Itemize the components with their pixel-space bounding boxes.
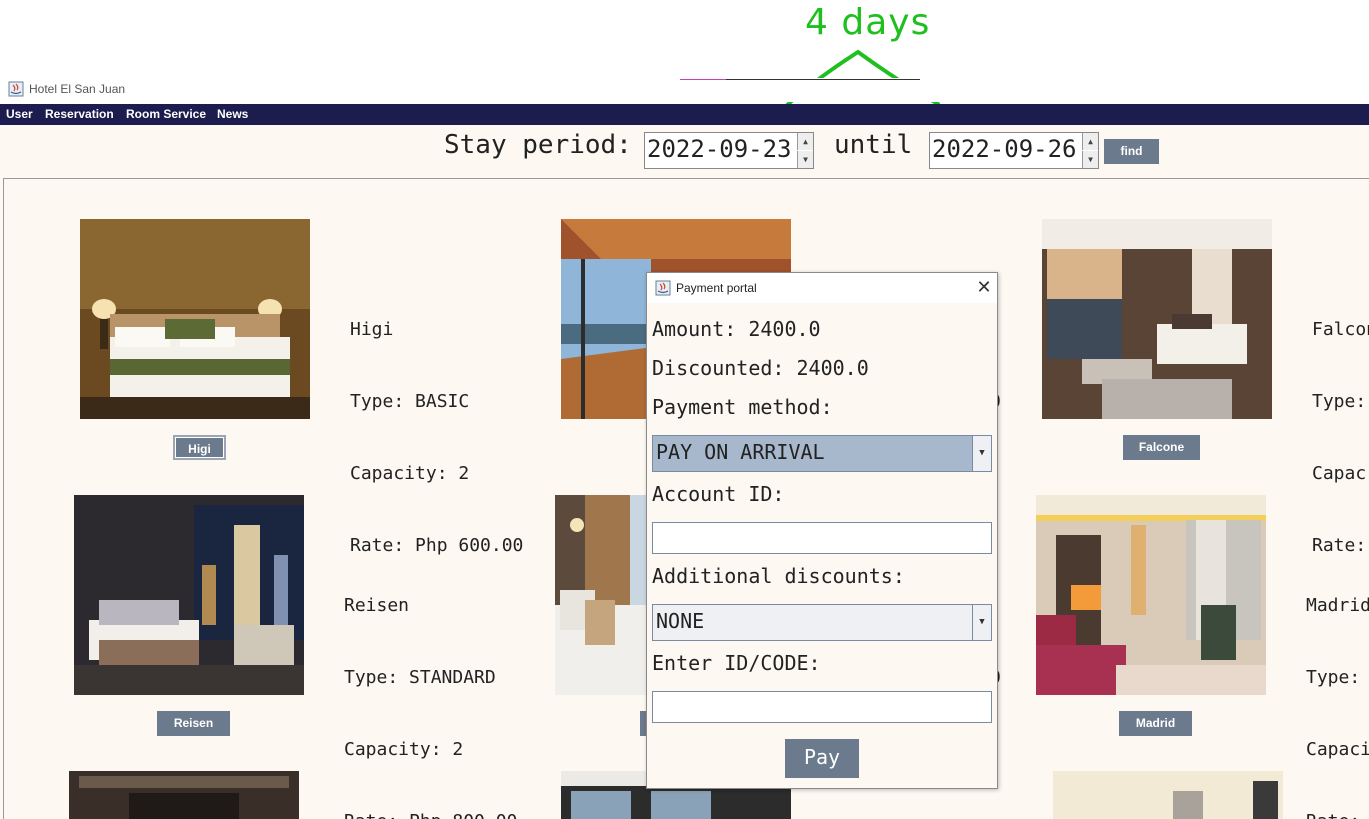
spin-down-icon[interactable]: ▼ — [1082, 151, 1098, 168]
annotation-arrow — [778, 49, 940, 114]
chevron-down-icon[interactable]: ▼ — [972, 605, 991, 640]
enter-code-input[interactable] — [652, 691, 992, 723]
room-name: Falcone — [1312, 319, 1369, 340]
room-type: Type: — [1312, 391, 1367, 412]
room-name: Reisen — [344, 595, 410, 616]
room-info-higi: Higi Type: BASIC Capacity: 2 Rate: Php 6… — [350, 270, 523, 582]
java-app-icon — [655, 280, 671, 296]
java-app-icon — [8, 81, 24, 97]
room-capacity: Capacity: 2 — [350, 463, 470, 484]
payment-dialog: Payment portal ✕ Amount: 2400.0 Discount… — [646, 272, 998, 789]
room-button-higi[interactable]: Higi — [173, 435, 226, 460]
payment-method-value[interactable]: PAY ON ARRIVAL — [656, 440, 825, 464]
room-type: Type: — [1306, 667, 1361, 688]
room-rate: Rate: Php 800.00 — [344, 810, 517, 819]
room-capacity: Capaci — [1306, 739, 1369, 760]
end-date-spinner[interactable]: 2022-09-26 ▲ ▼ — [929, 132, 1099, 169]
chevron-down-icon[interactable]: ▼ — [972, 436, 991, 471]
room-photo-higi — [80, 219, 310, 419]
pay-button[interactable]: Pay — [785, 739, 859, 778]
spin-up-icon[interactable]: ▲ — [1082, 133, 1098, 150]
end-date-value[interactable]: 2022-09-26 — [932, 135, 1077, 163]
menu-room-service[interactable]: Room Service — [126, 107, 206, 121]
room-rate: Rate: — [1306, 810, 1369, 819]
find-button[interactable]: find — [1104, 139, 1159, 164]
room-photo-9 — [1053, 771, 1283, 819]
window-titlebar — [0, 78, 1369, 102]
start-date-spinner[interactable]: 2022-09-23 ▲ ▼ — [644, 132, 814, 169]
start-date-value[interactable]: 2022-09-23 — [647, 135, 792, 163]
menu-reservation[interactable]: Reservation — [45, 107, 114, 121]
amount-label: Amount: 2400.0 — [652, 317, 821, 341]
menu-news[interactable]: News — [217, 107, 248, 121]
window-title: Hotel El San Juan — [29, 82, 126, 96]
account-id-input[interactable] — [652, 522, 992, 554]
discounted-label: Discounted: 2400.0 — [652, 356, 869, 380]
payment-method-select[interactable]: PAY ON ARRIVAL ▼ — [652, 435, 992, 472]
additional-discounts-label: Additional discounts: — [652, 564, 905, 588]
payment-method-label: Payment method: — [652, 395, 833, 419]
additional-discounts-select[interactable]: NONE ▼ — [652, 604, 992, 641]
room-button-madrid[interactable]: Madrid — [1119, 711, 1192, 736]
menu-bar: User Reservation Room Service News — [0, 104, 1369, 125]
title-divider-accent — [680, 79, 726, 80]
room-photo-falcone — [1042, 219, 1272, 419]
room-name: Higi — [350, 319, 394, 340]
spin-down-icon[interactable]: ▼ — [797, 151, 813, 168]
room-type: Type: STANDARD — [344, 667, 496, 688]
room-button-falcone[interactable]: Falcone — [1123, 435, 1200, 460]
close-icon[interactable]: ✕ — [973, 276, 995, 298]
room-type: Type: BASIC — [350, 391, 470, 412]
room-info-madrid: Madrid Type: Capaci Rate: — [1306, 546, 1369, 819]
spin-up-icon[interactable]: ▲ — [797, 133, 813, 150]
room-photo-7 — [69, 771, 299, 819]
enter-code-label: Enter ID/CODE: — [652, 651, 821, 675]
room-info-reisen: Reisen Type: STANDARD Capacity: 2 Rate: … — [344, 546, 517, 819]
room-photo-madrid — [1036, 495, 1266, 695]
room-info-falcone: Falcone Type: Capac Rate: — [1312, 270, 1369, 582]
room-capacity: Capac — [1312, 463, 1367, 484]
room-button-reisen[interactable]: Reisen — [157, 711, 230, 736]
room-photo-reisen — [74, 495, 304, 695]
until-label: until — [834, 130, 913, 160]
additional-discounts-value[interactable]: NONE — [656, 609, 704, 633]
dialog-title: Payment portal — [676, 281, 757, 295]
stay-period-label: Stay period: — [444, 130, 632, 160]
account-id-label: Account ID: — [652, 482, 785, 506]
room-capacity: Capacity: 2 — [344, 739, 464, 760]
menu-user[interactable]: User — [6, 107, 33, 121]
room-name: Madrid — [1306, 595, 1369, 616]
